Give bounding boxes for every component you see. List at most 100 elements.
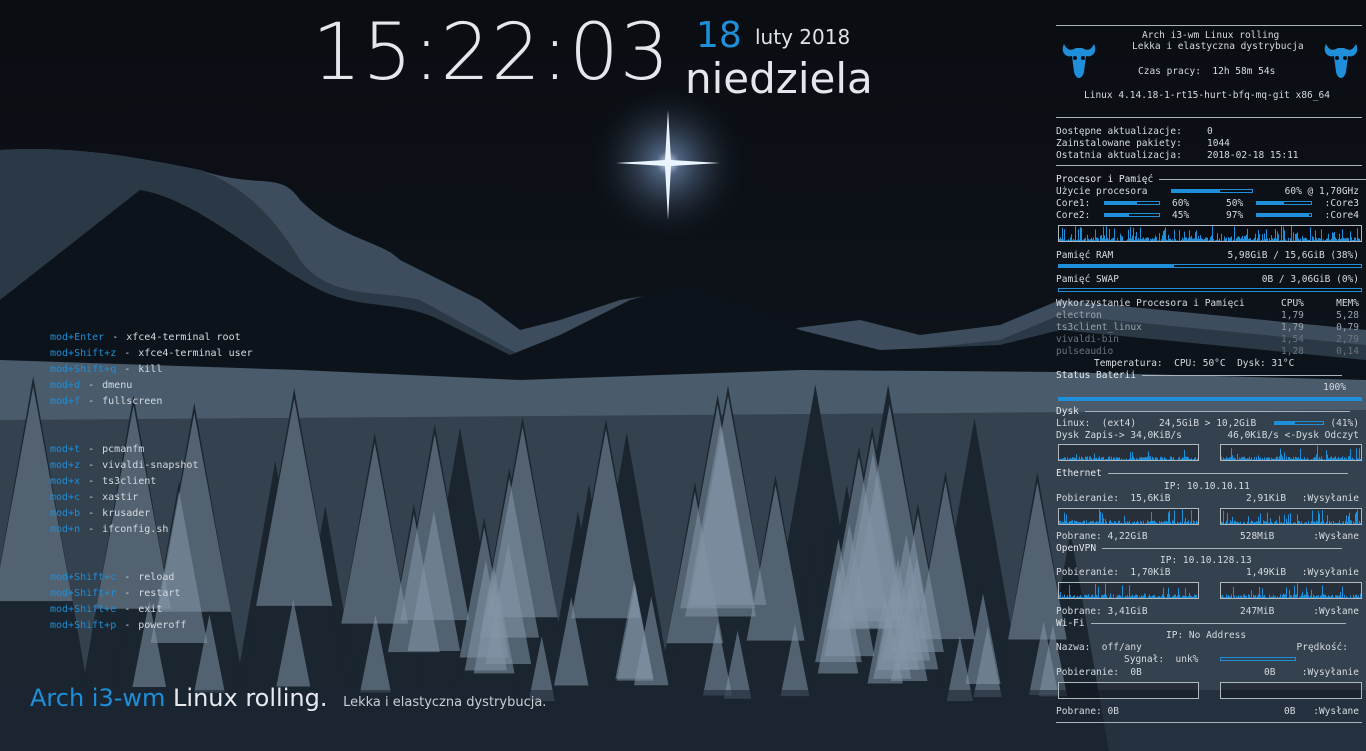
disk-write: Dysk Zapis-> 34,0KiB/s [1056, 430, 1182, 441]
keybind-key: mod+Shift+r [50, 588, 117, 599]
core2-bar [1104, 213, 1160, 217]
distro-title: Arch i3-wm Linux rolling [1142, 30, 1280, 41]
divider [1056, 25, 1362, 26]
keybind-sep: - [124, 588, 131, 599]
ram-bar [1058, 264, 1362, 268]
gnu-logo-icon [1324, 44, 1358, 78]
temperature: Temperatura: CPU: 50°C Dysk: 31°C [1094, 358, 1295, 369]
process-name: pulseaudio [1056, 346, 1114, 357]
wifi-download-graph [1058, 682, 1199, 699]
uptime: Czas pracy: 12h 58m 54s [1138, 66, 1276, 77]
disk-usage-bar [1274, 421, 1324, 425]
keybind-sep: - [88, 508, 95, 519]
keybind-list-2: mod+t - pcmanfm mod+z - vivaldi-snapshot mod+x… [50, 442, 198, 538]
keybind-row: mod+Shift+e - exit [50, 602, 186, 618]
core3-value: 50% [1226, 198, 1244, 209]
swap-bar [1058, 288, 1362, 292]
ethernet-upload: 2,91KiB [1246, 493, 1287, 504]
keybind-key: mod+Shift+q [50, 364, 117, 375]
vpn-upload-graph [1220, 582, 1362, 599]
keybind-desc: xfce4-terminal root [126, 332, 241, 343]
keybind-desc: poweroff [138, 620, 187, 631]
disk-read: 46,0KiB/s <-Dysk Odczyt [1227, 430, 1359, 441]
mem-column-header: MEM% [1336, 298, 1359, 309]
keybind-key: mod+Shift+e [50, 604, 117, 615]
process-cpu: 1,79 [1281, 310, 1304, 321]
battery-bar [1058, 397, 1362, 401]
keybind-desc: ts3client [102, 476, 157, 487]
keybind-row: mod+n - ifconfig.sh [50, 522, 198, 538]
keybind-key: mod+t [50, 444, 81, 455]
keybind-row: mod+Shift+p - poweroff [50, 618, 186, 634]
divider [1056, 165, 1362, 166]
ethernet-ip: IP: 10.10.10.11 [1164, 481, 1250, 492]
tagline-brand: Arch i3-wm [30, 684, 166, 712]
keybind-sep: - [124, 572, 131, 583]
distro-subtitle: Lekka i elastyczna dystrybucja [1132, 41, 1304, 52]
vpn-ip: IP: 10.10.128.13 [1160, 555, 1252, 566]
keybind-row: mod+Shift+z - xfce4-terminal user [50, 346, 253, 362]
keybind-desc: pcmanfm [102, 444, 145, 455]
keybind-key: mod+b [50, 508, 81, 519]
keybind-key: mod+d [50, 380, 81, 391]
cpu-usage-label: Użycie procesora [1056, 186, 1148, 197]
process-cpu: 1,28 [1281, 346, 1304, 357]
ethernet-upload-label: :Wysyłanie [1301, 493, 1359, 504]
cpu-usage-bar [1171, 189, 1253, 193]
divider [1056, 117, 1362, 118]
wifi-total-up: 0B [1284, 706, 1296, 717]
vpn-total-up-label: :Wysłane [1313, 606, 1359, 617]
vpn-upload-label: :Wysyłanie [1301, 567, 1359, 578]
keybind-desc: xfce4-terminal user [138, 348, 253, 359]
keybind-list-3: mod+Shift+c - reload mod+Shift+r - restart mod… [50, 570, 186, 634]
core4-value: 97% [1226, 210, 1244, 221]
battery-section-title: Status Baterii [1056, 370, 1343, 381]
wifi-signal: Sygnał: unk% [1124, 654, 1199, 665]
keybind-sep: - [88, 460, 95, 471]
wifi-speed-label: Prędkość: [1296, 642, 1348, 653]
vpn-total-up: 247MiB [1240, 606, 1275, 617]
keybind-row: mod+d - dmenu [50, 378, 253, 394]
keybind-row: mod+x - ts3client [50, 474, 198, 490]
vpn-section-title: OpenVPN [1056, 543, 1343, 554]
process-mem: 0,14 [1336, 346, 1359, 357]
process-mem: 0,79 [1336, 322, 1359, 333]
disk-linux: Linux: (ext4) 24,5GiB > 10,2GiB [1056, 418, 1257, 429]
process-cpu: 1,54 [1281, 334, 1304, 345]
keybind-row: mod+Shift+c - reload [50, 570, 186, 586]
ethernet-download-graph [1058, 508, 1199, 525]
keybind-key: mod+Shift+p [50, 620, 117, 631]
wifi-upload-graph [1220, 682, 1362, 699]
disk-usage-pct: (41%) [1330, 418, 1359, 429]
keybind-key: mod+Shift+c [50, 572, 117, 583]
wifi-upload-label: :Wysyłanie [1301, 667, 1359, 678]
keybind-sep: - [88, 396, 95, 407]
cpu-column-header: CPU% [1281, 298, 1304, 309]
clock-weekday: niedziela [685, 54, 873, 103]
keybind-key: mod+Shift+z [50, 348, 117, 359]
ethernet-download: Pobieranie: 15,6KiB [1056, 493, 1171, 504]
keybind-key: mod+f [50, 396, 81, 407]
core3-bar [1256, 201, 1312, 205]
process-mem: 2,79 [1336, 334, 1359, 345]
keybind-row: mod+Shift+q - kill [50, 362, 253, 378]
wifi-signal-bar [1220, 657, 1296, 661]
clock-time: 15:22:03 [312, 8, 671, 98]
ram-label: Pamięć RAM [1056, 250, 1114, 261]
wifi-download: Pobieranie: 0B [1056, 667, 1142, 678]
desktop-tagline: Arch i3-wm Linux rolling. Lekka i elasty… [30, 686, 546, 710]
packages-installed: Zainstalowane pakiety: 1044 [1056, 138, 1230, 149]
keybind-desc: fullscreen [102, 396, 163, 407]
swap-value: 0B / 3,06GiB (0%) [1261, 274, 1359, 285]
process-name: ts3client_linux [1056, 322, 1142, 333]
ethernet-upload-graph [1220, 508, 1362, 525]
keybind-key: mod+n [50, 524, 81, 535]
cpu-usage-value: 60% @ 1,70GHz [1284, 186, 1359, 197]
kernel-version: Linux 4.14.18-1-rt15-hurt-bfq-mq-git x86… [1084, 90, 1330, 101]
keybind-sep: - [88, 492, 95, 503]
process-mem: 5,28 [1336, 310, 1359, 321]
swap-label: Pamięć SWAP [1056, 274, 1119, 285]
keybind-sep: - [124, 620, 131, 631]
cpu-section-title: Procesor i Pamięć [1056, 174, 1366, 185]
core1-value: 60% [1172, 198, 1190, 209]
